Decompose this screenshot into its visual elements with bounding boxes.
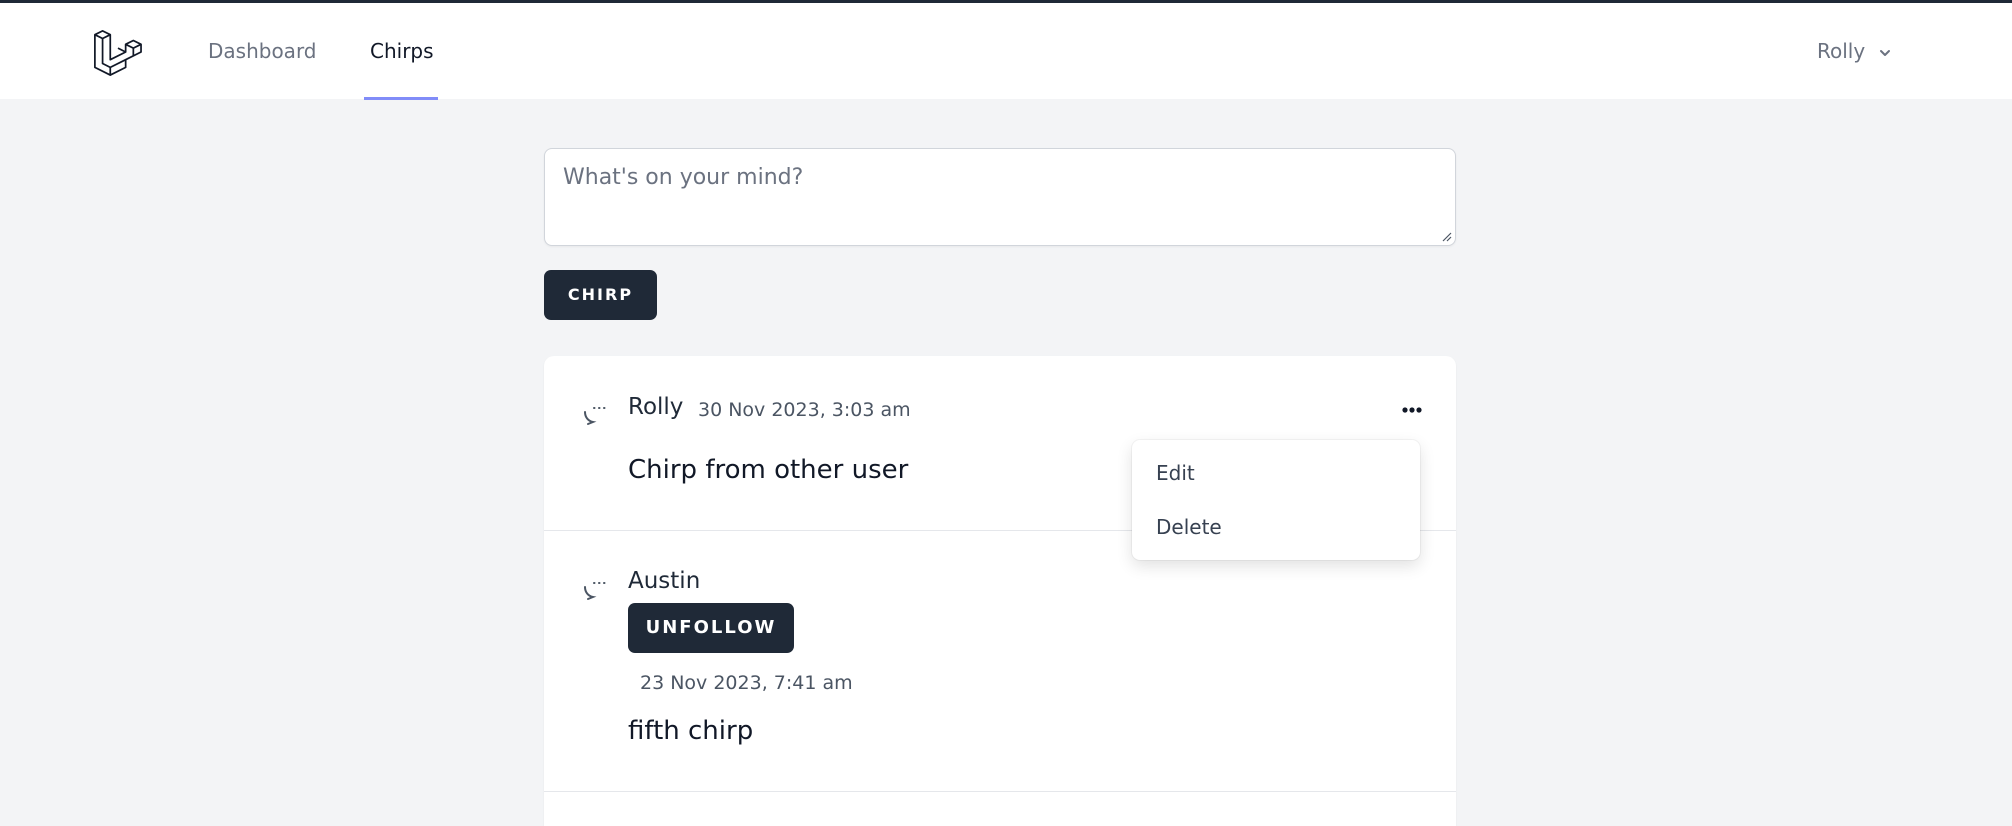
chirp-item: Austin 23 Nov 2023, 7:41 am fifth chirp — [544, 531, 1456, 792]
user-dropdown-trigger[interactable]: Rolly — [1817, 3, 1892, 99]
laravel-logo-icon[interactable] — [92, 27, 142, 77]
chat-bubble-icon — [584, 407, 606, 425]
resize-handle-icon[interactable] — [1440, 230, 1452, 242]
chirp-feed: Rolly 30 Nov 2023, 3:03 am Chirp from ot… — [544, 356, 1456, 826]
unfollow-button[interactable]: Unfollow — [628, 603, 794, 653]
chat-bubble-icon — [584, 582, 606, 600]
chirp-actions-dropdown: Edit Delete — [1132, 440, 1420, 560]
chirp-message: Chirp from other user — [628, 455, 909, 485]
chirp-author: Austin — [628, 568, 701, 594]
nav-link-dashboard[interactable]: Dashboard — [208, 3, 317, 99]
dropdown-item-edit[interactable]: Edit — [1156, 461, 1195, 485]
active-tab-indicator — [364, 97, 438, 100]
chirp-message: fifth chirp — [628, 716, 754, 746]
chirp-submit-button[interactable]: Chirp — [544, 270, 657, 320]
user-name: Rolly — [1817, 39, 1866, 63]
dropdown-item-delete[interactable]: Delete — [1156, 515, 1222, 539]
chirp-author: Rolly — [628, 394, 684, 420]
chevron-down-icon — [1879, 49, 1890, 56]
chirp-composer — [544, 148, 1456, 246]
chirp-timestamp: 30 Nov 2023, 3:03 am — [698, 399, 911, 421]
nav-link-chirps[interactable]: Chirps — [370, 3, 434, 99]
navbar: Dashboard Chirps Rolly — [0, 3, 2012, 100]
more-options-icon[interactable] — [1396, 398, 1428, 422]
chirp-message-input[interactable] — [563, 165, 1433, 225]
chirp-timestamp: 23 Nov 2023, 7:41 am — [640, 672, 853, 694]
